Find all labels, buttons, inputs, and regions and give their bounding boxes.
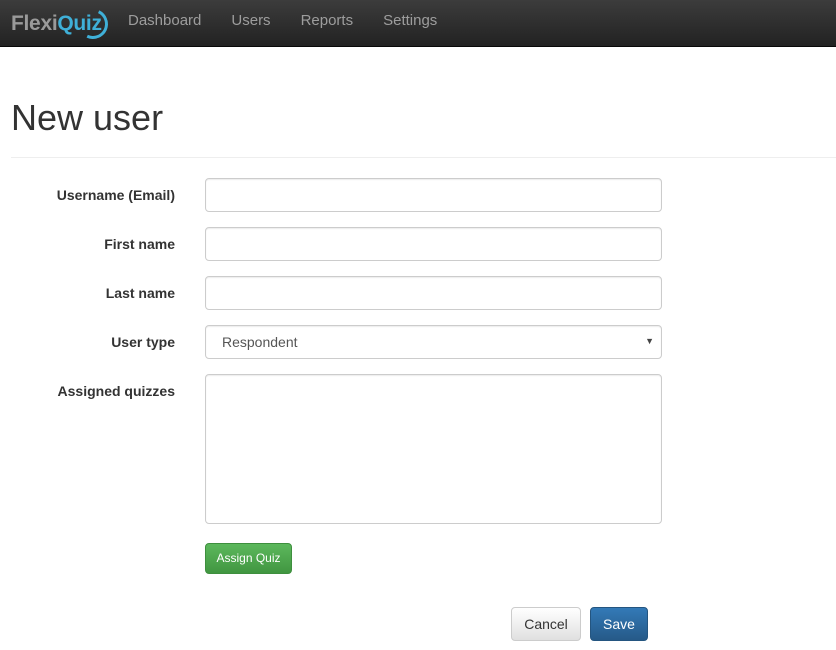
nav-settings[interactable]: Settings (368, 0, 452, 46)
user-type-select[interactable]: Respondent ▼ (205, 325, 662, 359)
title-divider (11, 157, 836, 158)
assigned-quizzes-label: Assigned quizzes (57, 383, 175, 399)
username-input[interactable] (205, 178, 662, 212)
logo-text-quiz: Quiz (57, 4, 112, 44)
cancel-button[interactable]: Cancel (511, 607, 581, 641)
last-name-label: Last name (105, 285, 175, 301)
chevron-down-icon: ▼ (645, 336, 654, 346)
save-button[interactable]: Save (590, 607, 648, 641)
page-title: New user (11, 97, 164, 138)
last-name-input[interactable] (205, 276, 662, 310)
user-type-selected-value: Respondent (222, 334, 298, 350)
top-navbar: Flexi Quiz Dashboard Users Reports Setti… (0, 0, 836, 47)
assigned-quizzes-textarea[interactable] (205, 374, 662, 524)
assign-quiz-button[interactable]: Assign Quiz (205, 543, 292, 574)
logo-text-flexi: Flexi (11, 12, 58, 35)
first-name-input[interactable] (205, 227, 662, 261)
first-name-label: First name (104, 236, 175, 252)
nav-reports[interactable]: Reports (286, 0, 369, 46)
nav-dashboard[interactable]: Dashboard (113, 0, 216, 46)
username-label: Username (Email) (56, 187, 175, 203)
flexiquiz-logo[interactable]: Flexi Quiz (11, 4, 112, 44)
main-nav: Dashboard Users Reports Settings (113, 0, 452, 46)
nav-users[interactable]: Users (216, 0, 285, 46)
logo-ring-icon (73, 4, 112, 44)
user-type-label: User type (111, 334, 175, 350)
